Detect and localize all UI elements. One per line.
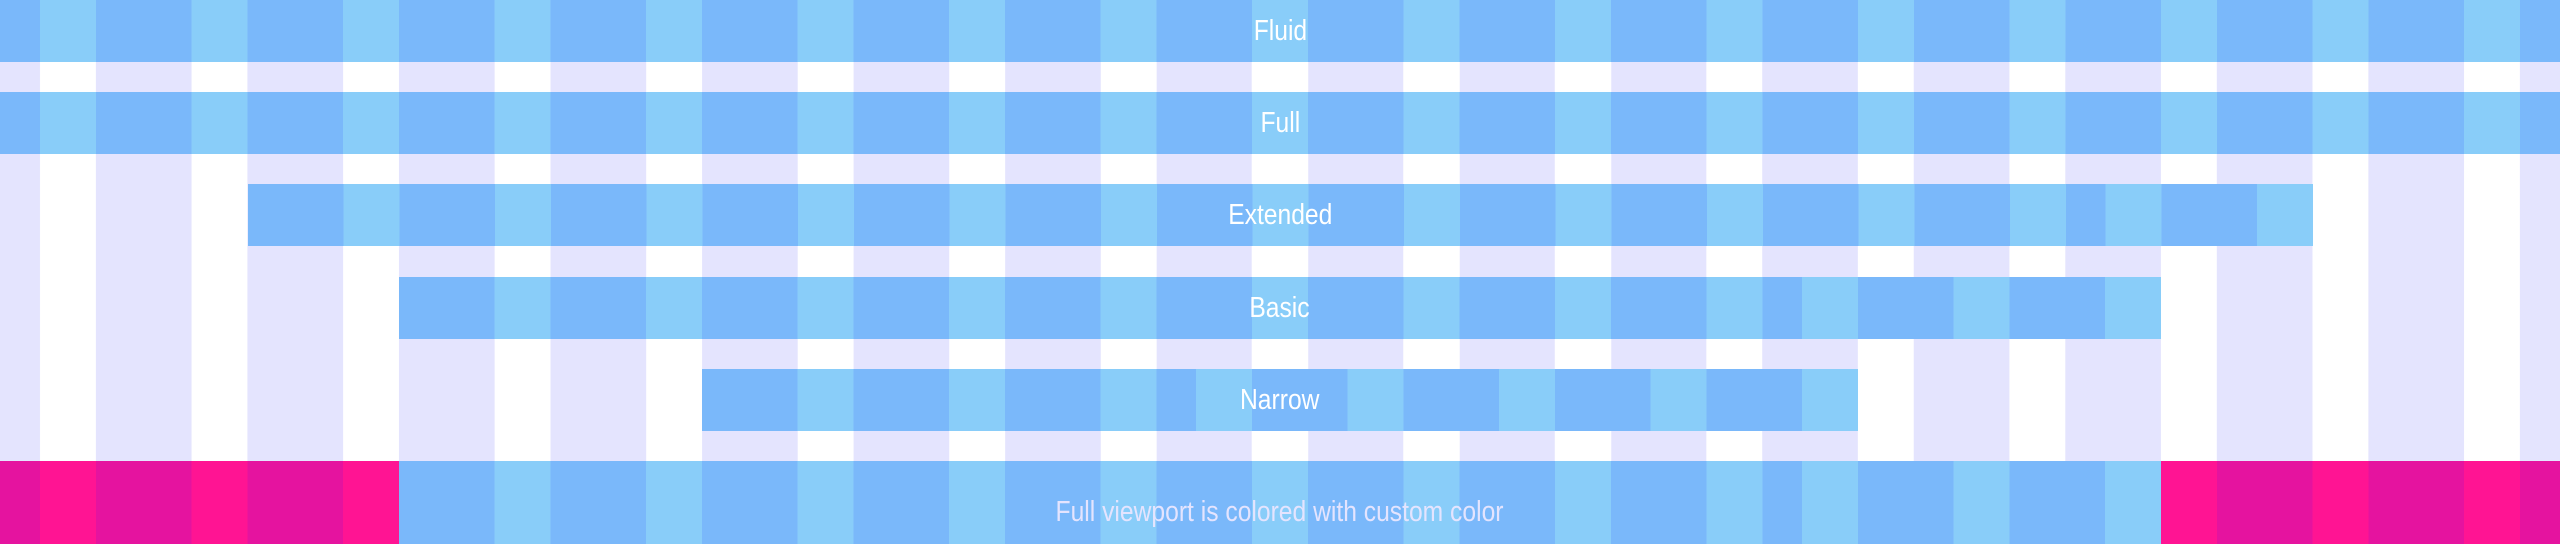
extended-container: Extended	[247, 184, 2313, 246]
full-container: Full	[0, 92, 2560, 154]
fluid-container: Fluid	[0, 0, 2560, 62]
custom-color-basic-container: Full viewport is colored with custom col…	[399, 461, 2161, 544]
extended-label: Extended	[1227, 198, 1333, 231]
basic-label: Basic	[1249, 291, 1310, 324]
custom-color-viewport: Full viewport is colored with custom col…	[0, 461, 2560, 544]
full-label: Full	[1260, 106, 1300, 139]
basic-container: Basic	[399, 277, 2161, 339]
viewport-label: Full viewport is colored with custom col…	[1055, 496, 1504, 528]
narrow-label: Narrow	[1240, 383, 1320, 416]
fluid-label: Fluid	[1253, 14, 1307, 47]
narrow-container: Narrow	[702, 369, 1858, 431]
